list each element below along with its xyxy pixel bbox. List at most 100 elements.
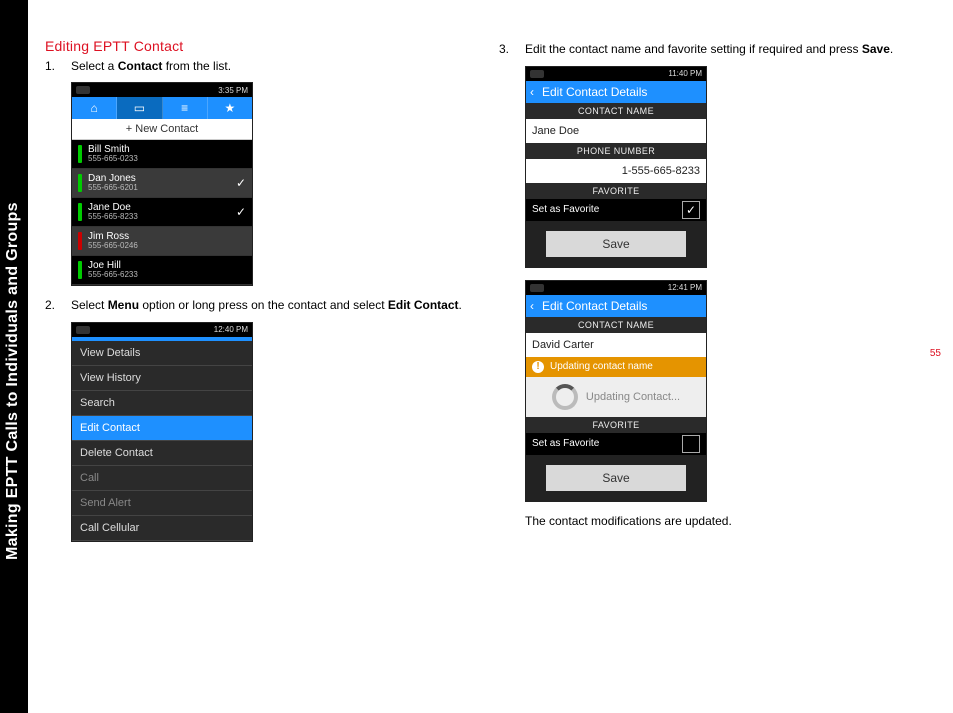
t-bold: Save [862, 42, 890, 56]
closing-text: The contact modifications are updated. [525, 514, 732, 530]
clock: 11:40 PM [668, 69, 702, 78]
status-bar: 3:35 PM [72, 83, 252, 97]
sidebar-title: Making EPTT Calls to Individuals and Gro… [4, 0, 32, 560]
presence-indicator [78, 145, 82, 163]
menu-item[interactable]: Edit Contact [72, 416, 252, 441]
notification-bar: ! Updating contact name [526, 357, 706, 377]
favorite-checkbox[interactable] [682, 435, 700, 453]
contact-phone: 555-665-0233 [88, 155, 246, 163]
notify-text: Updating contact name [550, 361, 653, 372]
contact-row[interactable]: Dan Jones555-665-6201✓ [72, 169, 252, 198]
status-bar: 12:40 PM [72, 323, 252, 337]
screenshot-1-contact-list: 3:35 PM ⌂ ▭ ≡ ★ + New Contact Bill Smith… [71, 82, 471, 286]
clock: 3:35 PM [218, 86, 248, 95]
screenshot-4-updating-contact: 12:41 PM ‹ Edit Contact Details CONTACT N… [525, 280, 925, 502]
menu-item[interactable]: View History [72, 366, 252, 391]
t-bold: Menu [108, 298, 139, 312]
contact-row[interactable]: Bill Smith555-665-0233 [72, 140, 252, 169]
right-column: 3. Edit the contact name and favorite se… [499, 38, 925, 554]
name-field[interactable]: David Carter [526, 333, 706, 357]
clock: 12:41 PM [668, 283, 702, 292]
clock: 12:40 PM [214, 325, 248, 334]
menu-item[interactable]: Delete Contact [72, 441, 252, 466]
closing-text-row: The contact modifications are updated. [499, 514, 925, 530]
loading-overlay: Updating Contact... [526, 377, 706, 417]
step-3: 3. Edit the contact name and favorite se… [499, 42, 925, 58]
step-text: Edit the contact name and favorite setti… [525, 42, 893, 58]
menu-item: Call [72, 466, 252, 491]
step-text: Select Menu option or long press on the … [71, 298, 462, 314]
toolbar: ⌂ ▭ ≡ ★ [72, 97, 252, 119]
spinner-icon [552, 384, 578, 410]
contact-phone: 555-665-0246 [88, 242, 246, 250]
loading-text: Updating Contact... [586, 391, 680, 403]
t: . [459, 298, 462, 312]
t: Edit the contact name and favorite setti… [525, 42, 862, 56]
save-button[interactable]: Save [546, 465, 686, 491]
edit-contact-header: ‹ Edit Contact Details [526, 81, 706, 103]
label-contact-name: CONTACT NAME [526, 103, 706, 119]
label-favorite: FAVORITE [526, 417, 706, 433]
contacts-tab-icon[interactable]: ▭ [117, 97, 162, 119]
menu-item[interactable]: Call Cellular [72, 516, 252, 541]
favorite-row[interactable]: Set as Favorite [526, 433, 706, 455]
screenshot-3-edit-contact: 11:40 PM ‹ Edit Contact Details CONTACT N… [525, 66, 925, 268]
fav-label: Set as Favorite [532, 204, 599, 215]
contact-phone: 555-665-6201 [88, 184, 230, 192]
section-heading: Editing EPTT Contact [45, 38, 471, 55]
new-contact-button[interactable]: + New Contact [72, 119, 252, 140]
favorite-checkbox[interactable]: ✓ [682, 201, 700, 219]
home-icon[interactable]: ⌂ [72, 97, 117, 119]
contact-row[interactable]: Jane Doe555-665-8233✓ [72, 198, 252, 227]
contact-row[interactable]: Joe Hill555-665-6233 [72, 256, 252, 285]
t: Select a [71, 59, 118, 73]
contact-phone: 555-665-8233 [88, 213, 230, 221]
step-1: 1. Select a Contact from the list. [45, 59, 471, 75]
context-menu: View DetailsView HistorySearchEdit Conta… [72, 341, 252, 541]
step-number: 1. [45, 59, 71, 75]
title: Edit Contact Details [542, 85, 647, 99]
label-contact-name: CONTACT NAME [526, 317, 706, 333]
back-icon[interactable]: ‹ [530, 299, 534, 313]
fav-label: Set as Favorite [532, 438, 599, 449]
menu-item[interactable]: View Details [72, 341, 252, 366]
contact-phone: 555-665-6233 [88, 271, 246, 279]
t: . [890, 42, 893, 56]
step-number: 3. [499, 42, 525, 58]
screenshot-2-context-menu: 12:40 PM View DetailsView HistorySearchE… [71, 322, 471, 542]
title: Edit Contact Details [542, 299, 647, 313]
groups-tab-icon[interactable]: ≡ [163, 97, 208, 119]
save-button[interactable]: Save [546, 231, 686, 257]
back-icon[interactable]: ‹ [530, 85, 534, 99]
status-bar: 12:41 PM [526, 281, 706, 295]
contact-list: Bill Smith555-665-0233Dan Jones555-665-6… [72, 140, 252, 285]
page-body: Editing EPTT Contact 1. Select a Contact… [45, 38, 925, 554]
label-favorite: FAVORITE [526, 183, 706, 199]
phone-field[interactable]: 1-555-665-8233 [526, 159, 706, 183]
page-number: 55 [930, 348, 941, 359]
t: Select [71, 298, 108, 312]
status-bar: 11:40 PM [526, 67, 706, 81]
checkmark-icon: ✓ [236, 176, 246, 190]
presence-indicator [78, 174, 82, 192]
step-2: 2. Select Menu option or long press on t… [45, 298, 471, 314]
contact-row[interactable]: Jim Ross555-665-0246 [72, 227, 252, 256]
info-icon: ! [532, 361, 544, 373]
t: from the list. [162, 59, 231, 73]
label-phone-number: PHONE NUMBER [526, 143, 706, 159]
favorite-row[interactable]: Set as Favorite ✓ [526, 199, 706, 221]
menu-item: Send Alert [72, 491, 252, 516]
favorites-tab-icon[interactable]: ★ [208, 97, 252, 119]
step-text: Select a Contact from the list. [71, 59, 231, 75]
t-bold: Edit Contact [388, 298, 459, 312]
menu-item[interactable]: Search [72, 391, 252, 416]
t-bold: Contact [118, 59, 163, 73]
presence-indicator [78, 203, 82, 221]
presence-indicator [78, 232, 82, 250]
edit-contact-header: ‹ Edit Contact Details [526, 295, 706, 317]
name-field[interactable]: Jane Doe [526, 119, 706, 143]
t: option or long press on the contact and … [139, 298, 388, 312]
presence-indicator [78, 261, 82, 279]
checkmark-icon: ✓ [236, 205, 246, 219]
left-column: Editing EPTT Contact 1. Select a Contact… [45, 38, 471, 554]
